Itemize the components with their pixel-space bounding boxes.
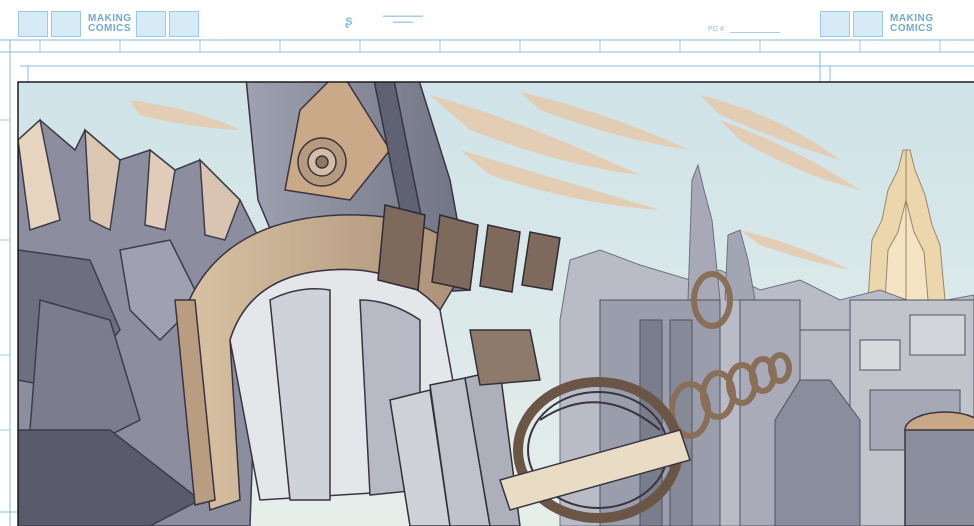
comic-page-template: MAKING COMICS ʂ ▬▬▬▬▬▬▬▬ ▬▬▬▬ PG # MAKING… <box>0 0 974 526</box>
fantasy-city-illustration <box>0 39 974 526</box>
right-dome-building <box>904 411 974 526</box>
